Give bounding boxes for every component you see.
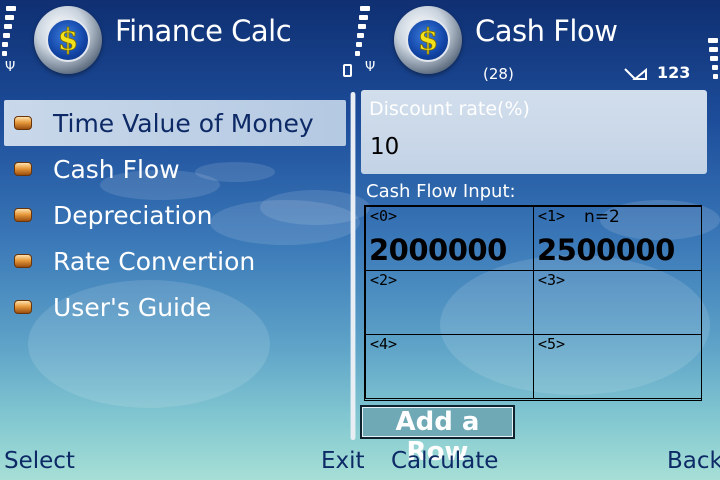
cash-flow-cell-3[interactable]: <3> [533,270,702,335]
message-count: (28) [483,65,514,83]
discount-rate-value[interactable]: 10 [370,134,399,160]
orange-bullet-icon [14,162,32,176]
svg-text:$: $ [58,23,79,58]
cash-flow-grid: <0> 2000000 <1> n=2 2500000 <2> <3> <4> … [364,205,702,401]
orange-bullet-icon [14,208,32,222]
pen-input-icon [624,67,647,80]
battery-level-icon [700,2,720,79]
menu-item-label: Time Value of Money [53,108,314,138]
cash-flow-cell-2[interactable]: <2> [365,270,534,335]
orange-bullet-icon [14,300,32,314]
menu-item-rate-convertion[interactable]: Rate Convertion [4,238,346,284]
softkey-calculate[interactable]: Calculate [391,448,498,474]
cell-index: <3> [538,271,566,289]
cash-flow-cell-4[interactable]: <4> [365,334,534,399]
antenna-icon: Ψ [5,60,16,75]
cell-index: <5> [538,335,566,353]
orange-bullet-icon [14,116,32,130]
cell-period-note: n=2 [584,207,620,227]
input-mode-indicator: 123 [657,63,691,82]
menu-item-label: Rate Convertion [53,246,256,276]
discount-rate-field[interactable]: Discount rate(%) 10 [361,90,707,174]
finance-calc-logo-icon: $ [34,6,102,74]
finance-calc-main-screen: Ψ $ Finance Calc Time Value of Money Cas… [0,0,360,480]
cell-index: <2> [370,271,398,289]
cash-flow-cell-5[interactable]: <5> [533,334,702,399]
main-menu: Time Value of Money Cash Flow Depreciati… [4,100,346,330]
scrollbar-thumb[interactable] [351,92,355,440]
finance-calc-logo-icon: $ [394,6,462,74]
menu-item-time-value-of-money[interactable]: Time Value of Money [4,100,346,146]
menu-item-users-guide[interactable]: User's Guide [4,284,346,330]
softkey-exit[interactable]: Exit [321,448,365,474]
cash-flow-cell-1[interactable]: <1> n=2 2500000 [533,206,702,271]
cell-value: 2000000 [369,233,507,267]
menu-item-depreciation[interactable]: Depreciation [4,192,346,238]
battery-icon [343,64,352,77]
cell-index: <0> [370,207,398,225]
app-title: Finance Calc [115,14,292,48]
cell-index: <1> [538,207,566,225]
menu-item-label: Depreciation [53,200,213,230]
cash-flow-input-label: Cash Flow Input: [366,181,516,202]
softkey-back[interactable]: Back [667,448,720,474]
cell-index: <4> [370,335,398,353]
cell-value: 2500000 [537,233,675,267]
discount-rate-label: Discount rate(%) [369,98,530,120]
menu-item-label: Cash Flow [53,154,180,184]
svg-text:$: $ [418,23,439,58]
cash-flow-cell-0[interactable]: <0> 2000000 [365,206,534,271]
softkey-select[interactable]: Select [4,448,75,474]
antenna-icon: Ψ [365,60,376,75]
screen-title: Cash Flow [475,14,618,48]
menu-item-cash-flow[interactable]: Cash Flow [4,146,346,192]
orange-bullet-icon [14,254,32,268]
add-row-button[interactable]: Add a Row [360,405,515,467]
menu-item-label: User's Guide [53,292,212,322]
